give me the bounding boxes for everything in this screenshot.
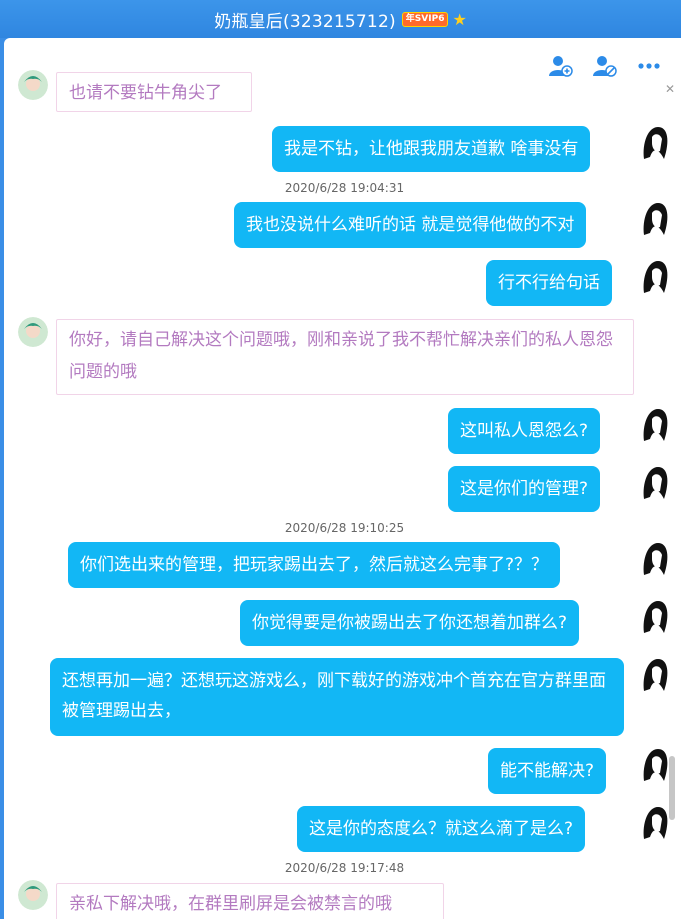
message-bubble-outgoing[interactable]: 你们选出来的管理，把玩家踢出去了，然后就这么完事了?？？	[68, 542, 561, 588]
message-bubble-outgoing[interactable]: 这是你的态度么？就这么滴了是么?	[297, 806, 586, 852]
avatar[interactable]	[18, 317, 48, 347]
avatar[interactable]	[640, 257, 672, 297]
message-text: 这是你们的管理?	[460, 479, 589, 499]
avatar[interactable]	[640, 463, 672, 503]
timestamp: 2020/6/28 19:17:48	[284, 861, 405, 875]
message-text: 也请不要钻牛角尖了	[69, 83, 222, 103]
more-icon[interactable]	[636, 54, 662, 78]
vip-badge: 年SVIP6	[401, 11, 449, 27]
message-bubble-outgoing[interactable]: 这叫私人恩怨么?	[448, 408, 601, 454]
message-text: 你好，请自己解决这个问题哦，刚和亲说了我不帮忙解决亲们的私人恩怨问题的哦	[69, 330, 613, 382]
chat-panel: ✕ 也请不要钻牛角尖了 我是不钻，让他跟我朋友道歉 啥事没有 2020/6/28…	[4, 38, 681, 919]
message-text: 这叫私人恩怨么?	[460, 421, 589, 441]
message-text: 亲私下解决哦，在群里刷屏是会被禁言的哦	[69, 894, 392, 914]
avatar[interactable]	[640, 597, 672, 637]
message-bubble-outgoing[interactable]: 我也没说什么难听的话 就是觉得他做的不对	[234, 202, 587, 248]
window-title: 奶瓶皇后(323215712)	[214, 11, 396, 32]
avatar[interactable]	[18, 70, 48, 100]
message-text: 你们选出来的管理，把玩家踢出去了，然后就这么完事了?？？	[80, 555, 549, 575]
avatar[interactable]	[640, 745, 672, 785]
message-text: 我是不钻，让他跟我朋友道歉 啥事没有	[284, 139, 579, 159]
message-bubble-outgoing[interactable]: 行不行给句话	[486, 260, 612, 306]
message-bubble-outgoing[interactable]: 这是你们的管理?	[448, 466, 601, 512]
message-bubble-incoming[interactable]: 也请不要钻牛角尖了	[56, 72, 252, 112]
message-bubble-outgoing[interactable]: 你觉得要是你被踢出去了你还想着加群么?	[240, 600, 580, 646]
message-text: 还想再加一遍？还想玩这游戏么，刚下载好的游戏冲个首充在官方群里面被管理踢出去，	[62, 671, 606, 721]
avatar[interactable]	[18, 880, 48, 910]
title-bar: 奶瓶皇后(323215712) 年SVIP6 ★	[0, 0, 681, 38]
message-text: 行不行给句话	[498, 273, 600, 293]
avatar[interactable]	[640, 803, 672, 843]
remove-member-icon[interactable]	[592, 54, 618, 78]
message-text: 能不能解决?	[500, 761, 595, 781]
message-bubble-outgoing[interactable]: 还想再加一遍？还想玩这游戏么，刚下载好的游戏冲个首充在官方群里面被管理踢出去，	[50, 658, 624, 736]
avatar[interactable]	[640, 655, 672, 695]
message-bubble-outgoing[interactable]: 能不能解决?	[488, 748, 607, 794]
collapse-icon[interactable]: ✕	[665, 82, 675, 96]
message-bubble-outgoing[interactable]: 我是不钻，让他跟我朋友道歉 啥事没有	[272, 126, 591, 172]
message-text: 你觉得要是你被踢出去了你还想着加群么?	[252, 613, 568, 633]
add-member-icon[interactable]	[548, 54, 574, 78]
message-bubble-incoming[interactable]: 亲私下解决哦，在群里刷屏是会被禁言的哦	[56, 883, 444, 919]
avatar[interactable]	[640, 123, 672, 163]
scrollbar-thumb[interactable]	[669, 756, 675, 820]
message-text: 我也没说什么难听的话 就是觉得他做的不对	[246, 215, 575, 235]
star-icon: ★	[452, 9, 467, 29]
message-bubble-incoming[interactable]: 你好，请自己解决这个问题哦，刚和亲说了我不帮忙解决亲们的私人恩怨问题的哦	[56, 319, 634, 395]
avatar[interactable]	[640, 199, 672, 239]
message-text: 这是你的态度么？就这么滴了是么?	[309, 819, 574, 839]
avatar[interactable]	[640, 539, 672, 579]
avatar[interactable]	[640, 405, 672, 445]
timestamp: 2020/6/28 19:04:31	[284, 181, 405, 195]
timestamp: 2020/6/28 19:10:25	[284, 521, 405, 535]
